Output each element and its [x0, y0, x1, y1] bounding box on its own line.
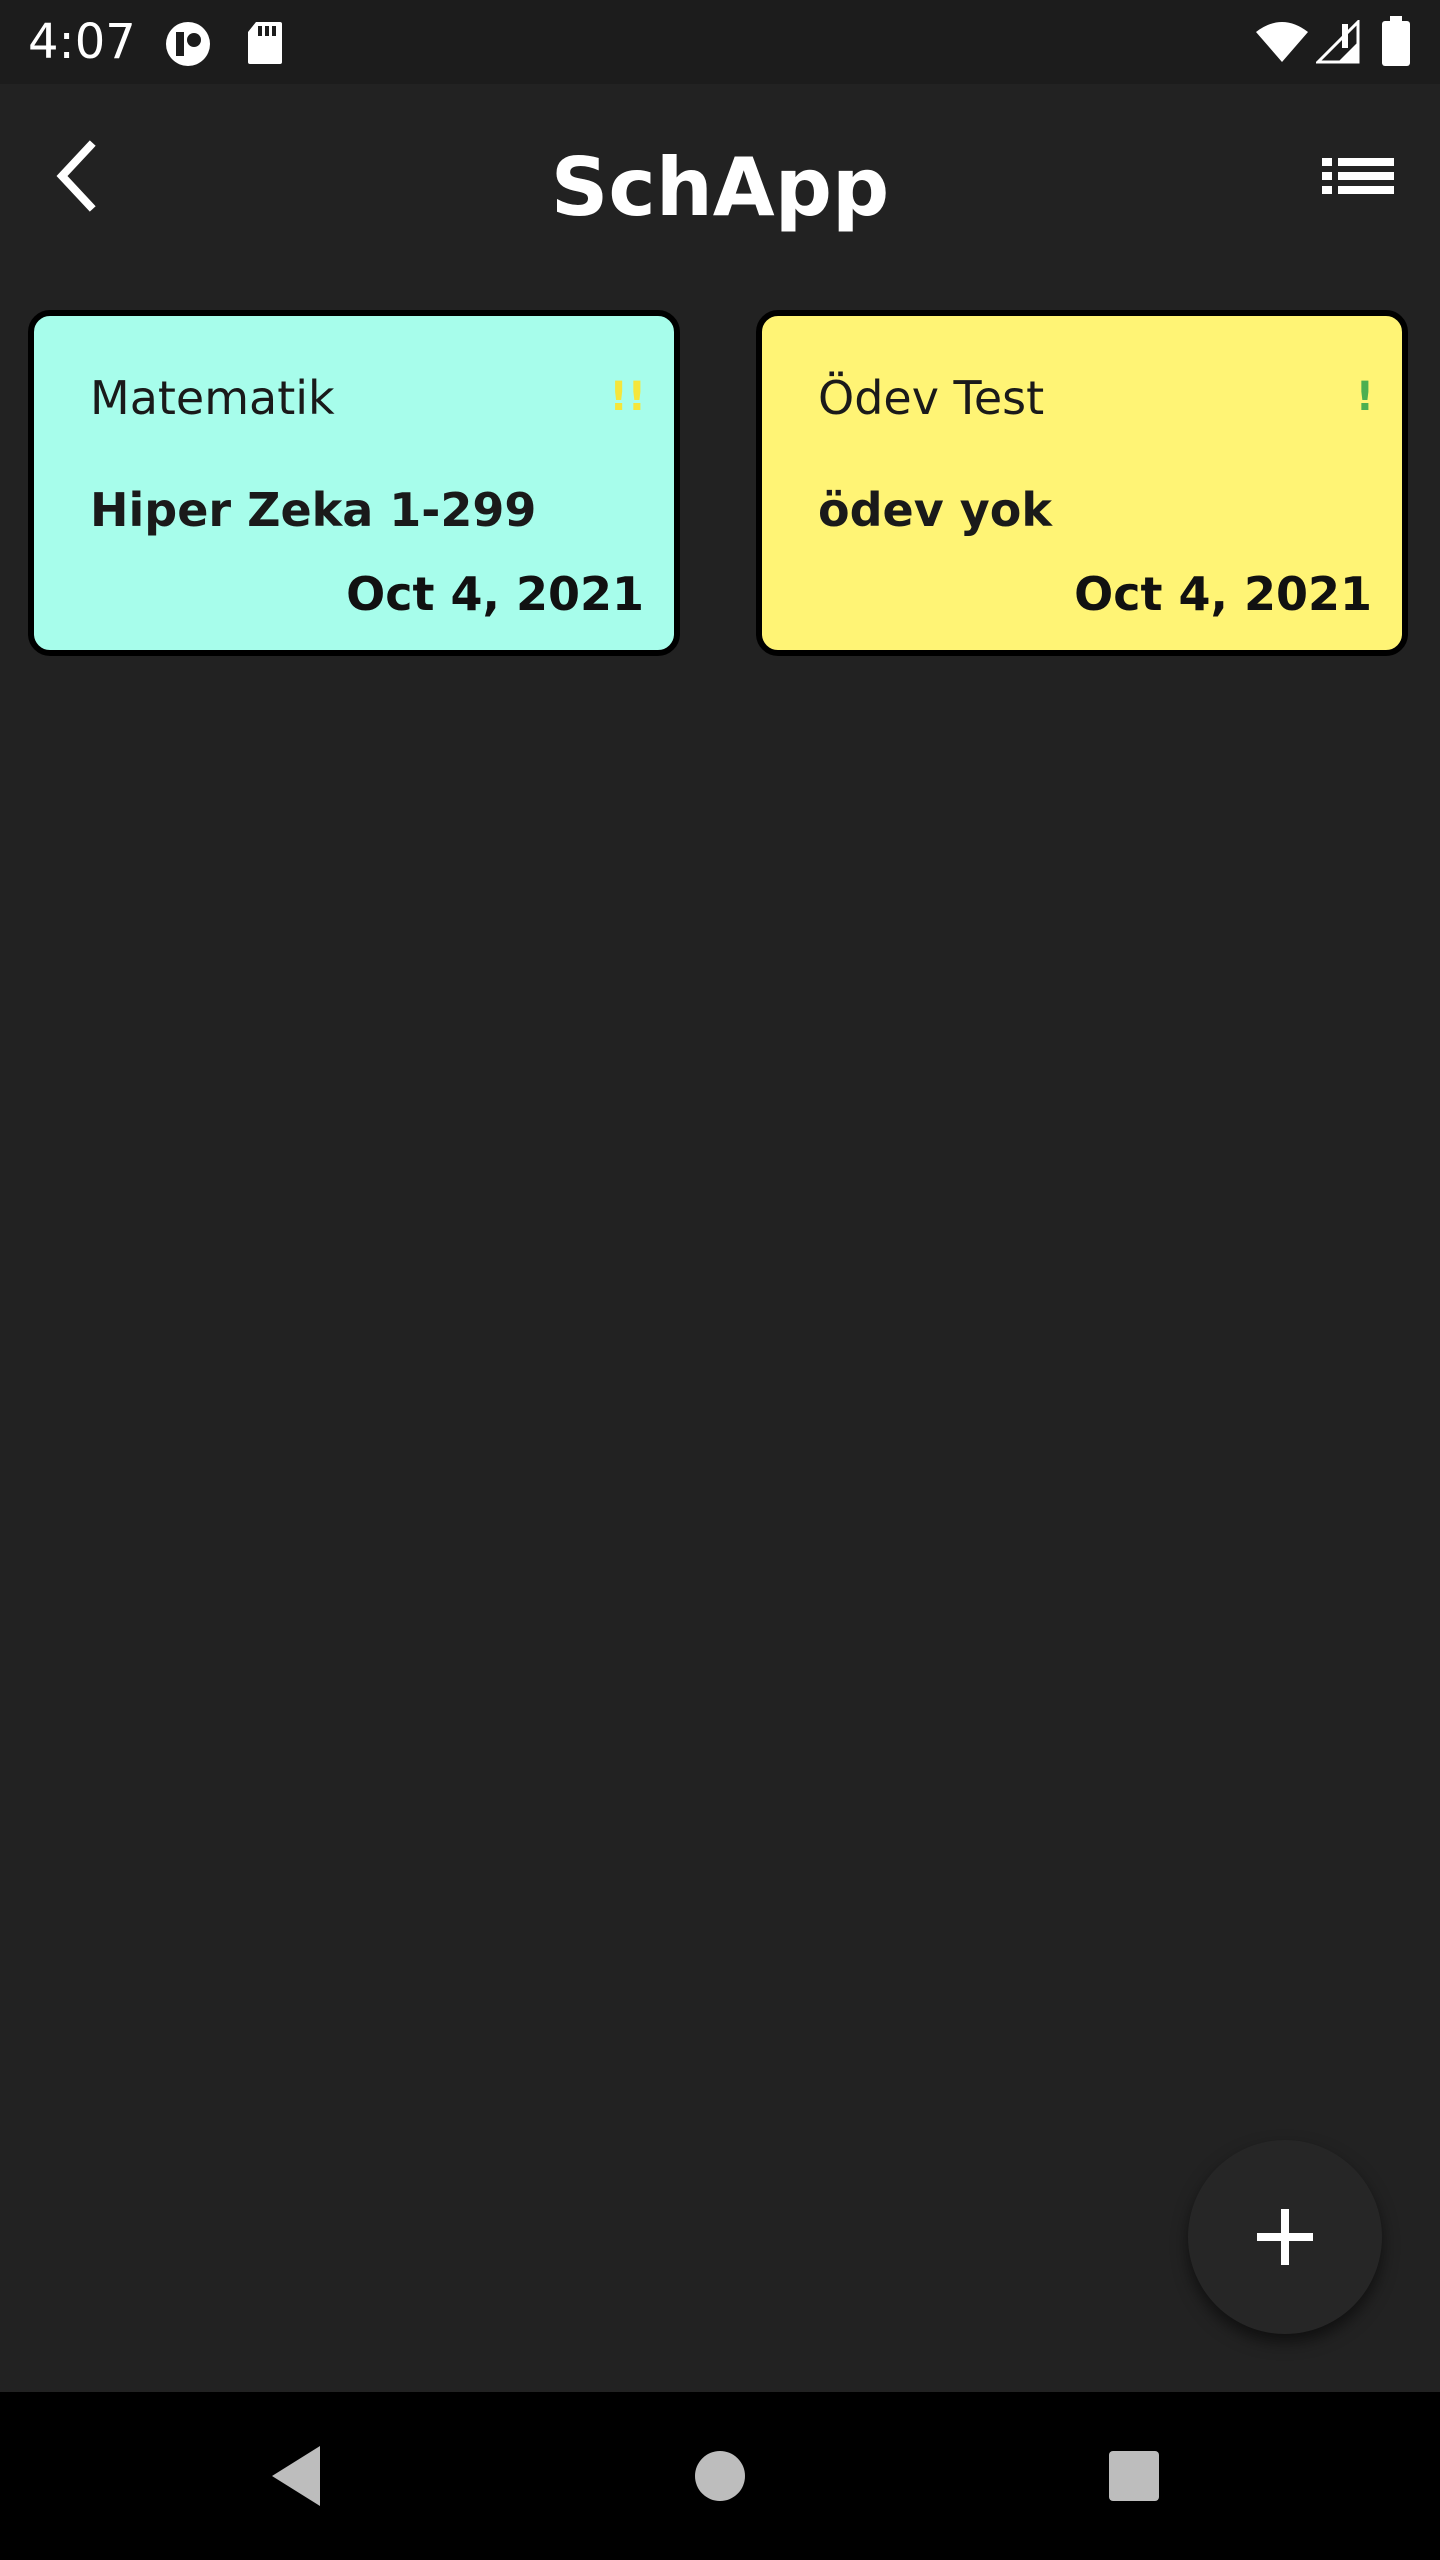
page-title: SchApp [550, 141, 890, 234]
card-subject: Matematik [90, 371, 335, 425]
list-view-button[interactable] [1310, 134, 1406, 218]
system-nav-bar [0, 2392, 1440, 2560]
homework-card[interactable]: Ödev Test ! ödev yok Oct 4, 2021 [756, 310, 1408, 656]
card-task: Hiper Zeka 1-299 [90, 483, 537, 537]
wifi-icon [1256, 22, 1308, 62]
status-bar: 4:07 [0, 0, 1440, 84]
card-task: ödev yok [818, 483, 1052, 537]
status-time: 4:07 [28, 14, 136, 70]
card-date: Oct 4, 2021 [346, 567, 644, 621]
notification-app-icon [166, 22, 210, 66]
add-homework-button[interactable] [1188, 2140, 1382, 2334]
back-triangle-icon[interactable] [260, 2436, 340, 2516]
card-date: Oct 4, 2021 [1074, 567, 1372, 621]
homework-card[interactable]: Matematik !! Hiper Zeka 1-299 Oct 4, 202… [28, 310, 680, 656]
sd-card-icon [248, 22, 282, 64]
plus-icon [1257, 2209, 1313, 2265]
cellular-signal-icon [1316, 20, 1360, 64]
app-bar: SchApp [0, 84, 1440, 284]
card-subject: Ödev Test [818, 371, 1045, 425]
recents-square-icon[interactable] [1094, 2436, 1174, 2516]
priority-indicator: ! [1355, 374, 1374, 420]
priority-indicator: !! [609, 374, 646, 420]
battery-icon [1382, 16, 1410, 66]
list-icon [1322, 158, 1394, 194]
home-circle-icon[interactable] [680, 2436, 760, 2516]
